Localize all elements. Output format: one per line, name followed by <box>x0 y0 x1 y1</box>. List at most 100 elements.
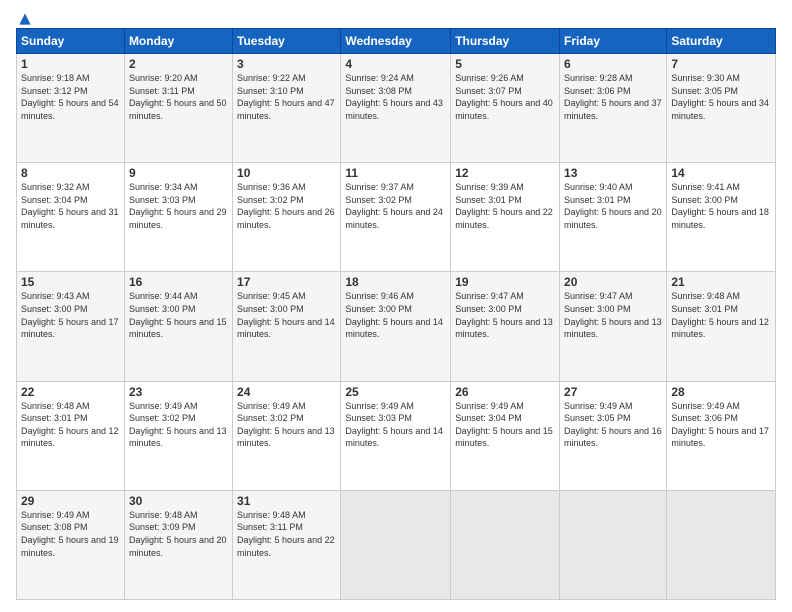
day-detail: Sunrise: 9:18 AMSunset: 3:12 PMDaylight:… <box>21 72 120 122</box>
calendar-header-friday: Friday <box>560 29 667 54</box>
calendar-cell: 23Sunrise: 9:49 AMSunset: 3:02 PMDayligh… <box>124 381 232 490</box>
calendar-cell: 26Sunrise: 9:49 AMSunset: 3:04 PMDayligh… <box>451 381 560 490</box>
day-detail: Sunrise: 9:40 AMSunset: 3:01 PMDaylight:… <box>564 181 662 231</box>
calendar-cell: 8Sunrise: 9:32 AMSunset: 3:04 PMDaylight… <box>17 163 125 272</box>
day-detail: Sunrise: 9:48 AMSunset: 3:01 PMDaylight:… <box>21 400 120 450</box>
day-detail: Sunrise: 9:48 AMSunset: 3:09 PMDaylight:… <box>129 509 228 559</box>
calendar-cell: 11Sunrise: 9:37 AMSunset: 3:02 PMDayligh… <box>341 163 451 272</box>
calendar-cell: 6Sunrise: 9:28 AMSunset: 3:06 PMDaylight… <box>560 54 667 163</box>
calendar-header-saturday: Saturday <box>667 29 776 54</box>
calendar-cell: 29Sunrise: 9:49 AMSunset: 3:08 PMDayligh… <box>17 490 125 599</box>
day-detail: Sunrise: 9:34 AMSunset: 3:03 PMDaylight:… <box>129 181 228 231</box>
day-number: 25 <box>345 385 446 399</box>
calendar-header-sunday: Sunday <box>17 29 125 54</box>
calendar-cell: 22Sunrise: 9:48 AMSunset: 3:01 PMDayligh… <box>17 381 125 490</box>
day-detail: Sunrise: 9:48 AMSunset: 3:11 PMDaylight:… <box>237 509 336 559</box>
day-number: 23 <box>129 385 228 399</box>
day-number: 26 <box>455 385 555 399</box>
day-detail: Sunrise: 9:32 AMSunset: 3:04 PMDaylight:… <box>21 181 120 231</box>
calendar-cell: 10Sunrise: 9:36 AMSunset: 3:02 PMDayligh… <box>233 163 341 272</box>
day-detail: Sunrise: 9:49 AMSunset: 3:08 PMDaylight:… <box>21 509 120 559</box>
calendar-cell: 16Sunrise: 9:44 AMSunset: 3:00 PMDayligh… <box>124 272 232 381</box>
day-number: 3 <box>237 57 336 71</box>
day-detail: Sunrise: 9:20 AMSunset: 3:11 PMDaylight:… <box>129 72 228 122</box>
day-number: 30 <box>129 494 228 508</box>
calendar-header-tuesday: Tuesday <box>233 29 341 54</box>
day-number: 22 <box>21 385 120 399</box>
day-detail: Sunrise: 9:28 AMSunset: 3:06 PMDaylight:… <box>564 72 662 122</box>
logo-icon <box>18 12 32 26</box>
day-detail: Sunrise: 9:49 AMSunset: 3:04 PMDaylight:… <box>455 400 555 450</box>
calendar-cell: 4Sunrise: 9:24 AMSunset: 3:08 PMDaylight… <box>341 54 451 163</box>
logo-text <box>16 12 32 26</box>
day-detail: Sunrise: 9:49 AMSunset: 3:03 PMDaylight:… <box>345 400 446 450</box>
calendar-cell: 17Sunrise: 9:45 AMSunset: 3:00 PMDayligh… <box>233 272 341 381</box>
day-number: 7 <box>671 57 771 71</box>
calendar-cell: 31Sunrise: 9:48 AMSunset: 3:11 PMDayligh… <box>233 490 341 599</box>
day-number: 5 <box>455 57 555 71</box>
day-number: 24 <box>237 385 336 399</box>
day-detail: Sunrise: 9:22 AMSunset: 3:10 PMDaylight:… <box>237 72 336 122</box>
day-number: 13 <box>564 166 662 180</box>
day-detail: Sunrise: 9:45 AMSunset: 3:00 PMDaylight:… <box>237 290 336 340</box>
calendar-cell <box>560 490 667 599</box>
header <box>16 12 776 22</box>
day-number: 2 <box>129 57 228 71</box>
calendar-cell: 13Sunrise: 9:40 AMSunset: 3:01 PMDayligh… <box>560 163 667 272</box>
day-number: 18 <box>345 275 446 289</box>
calendar-header-wednesday: Wednesday <box>341 29 451 54</box>
calendar-cell <box>451 490 560 599</box>
day-detail: Sunrise: 9:36 AMSunset: 3:02 PMDaylight:… <box>237 181 336 231</box>
day-detail: Sunrise: 9:47 AMSunset: 3:00 PMDaylight:… <box>455 290 555 340</box>
day-detail: Sunrise: 9:30 AMSunset: 3:05 PMDaylight:… <box>671 72 771 122</box>
calendar-cell: 14Sunrise: 9:41 AMSunset: 3:00 PMDayligh… <box>667 163 776 272</box>
calendar-cell: 5Sunrise: 9:26 AMSunset: 3:07 PMDaylight… <box>451 54 560 163</box>
calendar-header-row: SundayMondayTuesdayWednesdayThursdayFrid… <box>17 29 776 54</box>
day-number: 21 <box>671 275 771 289</box>
day-detail: Sunrise: 9:39 AMSunset: 3:01 PMDaylight:… <box>455 181 555 231</box>
day-detail: Sunrise: 9:47 AMSunset: 3:00 PMDaylight:… <box>564 290 662 340</box>
calendar-cell: 25Sunrise: 9:49 AMSunset: 3:03 PMDayligh… <box>341 381 451 490</box>
day-detail: Sunrise: 9:48 AMSunset: 3:01 PMDaylight:… <box>671 290 771 340</box>
day-number: 27 <box>564 385 662 399</box>
day-number: 17 <box>237 275 336 289</box>
calendar-week-5: 29Sunrise: 9:49 AMSunset: 3:08 PMDayligh… <box>17 490 776 599</box>
calendar-header-monday: Monday <box>124 29 232 54</box>
calendar-header-thursday: Thursday <box>451 29 560 54</box>
day-detail: Sunrise: 9:49 AMSunset: 3:06 PMDaylight:… <box>671 400 771 450</box>
calendar-week-2: 8Sunrise: 9:32 AMSunset: 3:04 PMDaylight… <box>17 163 776 272</box>
day-number: 11 <box>345 166 446 180</box>
day-detail: Sunrise: 9:43 AMSunset: 3:00 PMDaylight:… <box>21 290 120 340</box>
day-detail: Sunrise: 9:46 AMSunset: 3:00 PMDaylight:… <box>345 290 446 340</box>
calendar-cell: 3Sunrise: 9:22 AMSunset: 3:10 PMDaylight… <box>233 54 341 163</box>
page: SundayMondayTuesdayWednesdayThursdayFrid… <box>0 0 792 612</box>
calendar-cell: 24Sunrise: 9:49 AMSunset: 3:02 PMDayligh… <box>233 381 341 490</box>
day-number: 9 <box>129 166 228 180</box>
day-detail: Sunrise: 9:44 AMSunset: 3:00 PMDaylight:… <box>129 290 228 340</box>
day-number: 28 <box>671 385 771 399</box>
day-number: 16 <box>129 275 228 289</box>
day-detail: Sunrise: 9:49 AMSunset: 3:02 PMDaylight:… <box>129 400 228 450</box>
calendar-cell: 12Sunrise: 9:39 AMSunset: 3:01 PMDayligh… <box>451 163 560 272</box>
calendar-cell: 19Sunrise: 9:47 AMSunset: 3:00 PMDayligh… <box>451 272 560 381</box>
calendar-week-1: 1Sunrise: 9:18 AMSunset: 3:12 PMDaylight… <box>17 54 776 163</box>
day-number: 31 <box>237 494 336 508</box>
calendar-cell: 28Sunrise: 9:49 AMSunset: 3:06 PMDayligh… <box>667 381 776 490</box>
day-number: 8 <box>21 166 120 180</box>
day-detail: Sunrise: 9:26 AMSunset: 3:07 PMDaylight:… <box>455 72 555 122</box>
calendar-cell: 2Sunrise: 9:20 AMSunset: 3:11 PMDaylight… <box>124 54 232 163</box>
calendar-cell <box>341 490 451 599</box>
day-number: 15 <box>21 275 120 289</box>
calendar-cell: 15Sunrise: 9:43 AMSunset: 3:00 PMDayligh… <box>17 272 125 381</box>
calendar-cell: 7Sunrise: 9:30 AMSunset: 3:05 PMDaylight… <box>667 54 776 163</box>
day-detail: Sunrise: 9:37 AMSunset: 3:02 PMDaylight:… <box>345 181 446 231</box>
calendar-week-4: 22Sunrise: 9:48 AMSunset: 3:01 PMDayligh… <box>17 381 776 490</box>
calendar-cell: 18Sunrise: 9:46 AMSunset: 3:00 PMDayligh… <box>341 272 451 381</box>
calendar-week-3: 15Sunrise: 9:43 AMSunset: 3:00 PMDayligh… <box>17 272 776 381</box>
day-number: 1 <box>21 57 120 71</box>
calendar-cell: 27Sunrise: 9:49 AMSunset: 3:05 PMDayligh… <box>560 381 667 490</box>
day-number: 20 <box>564 275 662 289</box>
calendar-cell <box>667 490 776 599</box>
calendar-table: SundayMondayTuesdayWednesdayThursdayFrid… <box>16 28 776 600</box>
day-detail: Sunrise: 9:49 AMSunset: 3:05 PMDaylight:… <box>564 400 662 450</box>
